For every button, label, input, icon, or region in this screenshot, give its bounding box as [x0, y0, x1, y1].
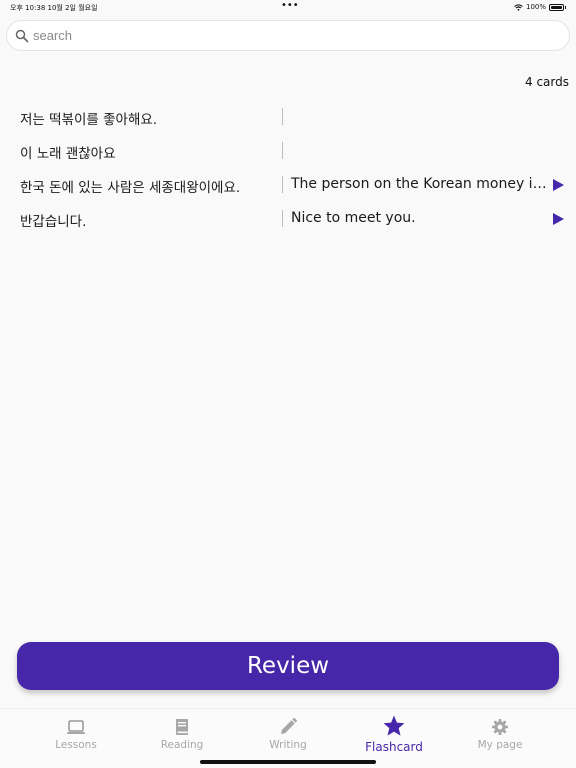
card-row[interactable]: 반갑습니다. Nice to meet you. — [0, 202, 576, 236]
play-icon[interactable] — [552, 212, 565, 226]
card-korean-text: 반갑습니다. — [20, 214, 87, 230]
tab-writing[interactable]: Writing — [233, 709, 343, 759]
tab-label: My page — [477, 739, 523, 751]
tab-flashcard[interactable]: Flashcard — [339, 709, 449, 759]
wifi-icon — [514, 3, 523, 11]
tab-label: Flashcard — [365, 740, 423, 754]
card-divider — [282, 108, 283, 125]
tab-reading[interactable]: Reading — [127, 709, 237, 759]
book-icon — [176, 719, 188, 735]
card-row[interactable]: 한국 돈에 있는 사람은 세종대왕이에요. The person on the … — [0, 168, 576, 202]
tab-label: Writing — [269, 739, 307, 751]
pencil-icon — [281, 718, 297, 734]
card-row[interactable]: 저는 떡볶이를 좋아해요. — [0, 100, 576, 134]
status-right: 100% — [514, 3, 566, 11]
tab-my-page[interactable]: My page — [445, 709, 555, 759]
tab-label: Lessons — [55, 739, 97, 751]
search-icon — [15, 29, 29, 43]
card-divider — [282, 210, 283, 227]
battery-percent: 100% — [525, 3, 546, 11]
card-english-text: The person on the Korean money is King S… — [291, 176, 549, 192]
search-bar[interactable] — [6, 20, 570, 51]
play-icon[interactable] — [552, 178, 565, 192]
card-english-text: Nice to meet you. — [291, 210, 416, 226]
battery-tip — [565, 5, 566, 9]
laptop-icon — [67, 720, 85, 734]
status-time: 오후 10:38 10월 2일 월요일 — [10, 4, 98, 12]
star-icon — [383, 715, 405, 736]
card-list: 저는 떡볶이를 좋아해요. 이 노래 괜찮아요 한국 돈에 있는 사람은 세종대… — [0, 100, 576, 236]
card-count: 4 cards — [525, 75, 569, 89]
card-divider — [282, 142, 283, 159]
card-korean-text: 저는 떡볶이를 좋아해요. — [20, 112, 158, 128]
status-bar: 오후 10:38 10월 2일 월요일 ••• 100% — [0, 0, 576, 14]
gear-icon — [492, 719, 508, 735]
card-divider — [282, 176, 283, 193]
tab-lessons[interactable]: Lessons — [21, 709, 131, 759]
multitasking-dots[interactable]: ••• — [281, 1, 299, 11]
search-input[interactable] — [33, 28, 533, 43]
card-korean-text: 이 노래 괜찮아요 — [20, 146, 116, 162]
card-row[interactable]: 이 노래 괜찮아요 — [0, 134, 576, 168]
app-screen: 오후 10:38 10월 2일 월요일 ••• 100% 4 cards 저는 … — [0, 0, 576, 768]
tab-label: Reading — [160, 739, 204, 751]
review-button[interactable]: Review — [17, 642, 559, 690]
card-korean-text: 한국 돈에 있는 사람은 세종대왕이에요. — [20, 180, 241, 196]
battery-icon — [549, 3, 564, 11]
home-indicator[interactable] — [200, 760, 376, 764]
tab-bar: Lessons Reading Writing Flashcard My pag… — [0, 708, 576, 768]
